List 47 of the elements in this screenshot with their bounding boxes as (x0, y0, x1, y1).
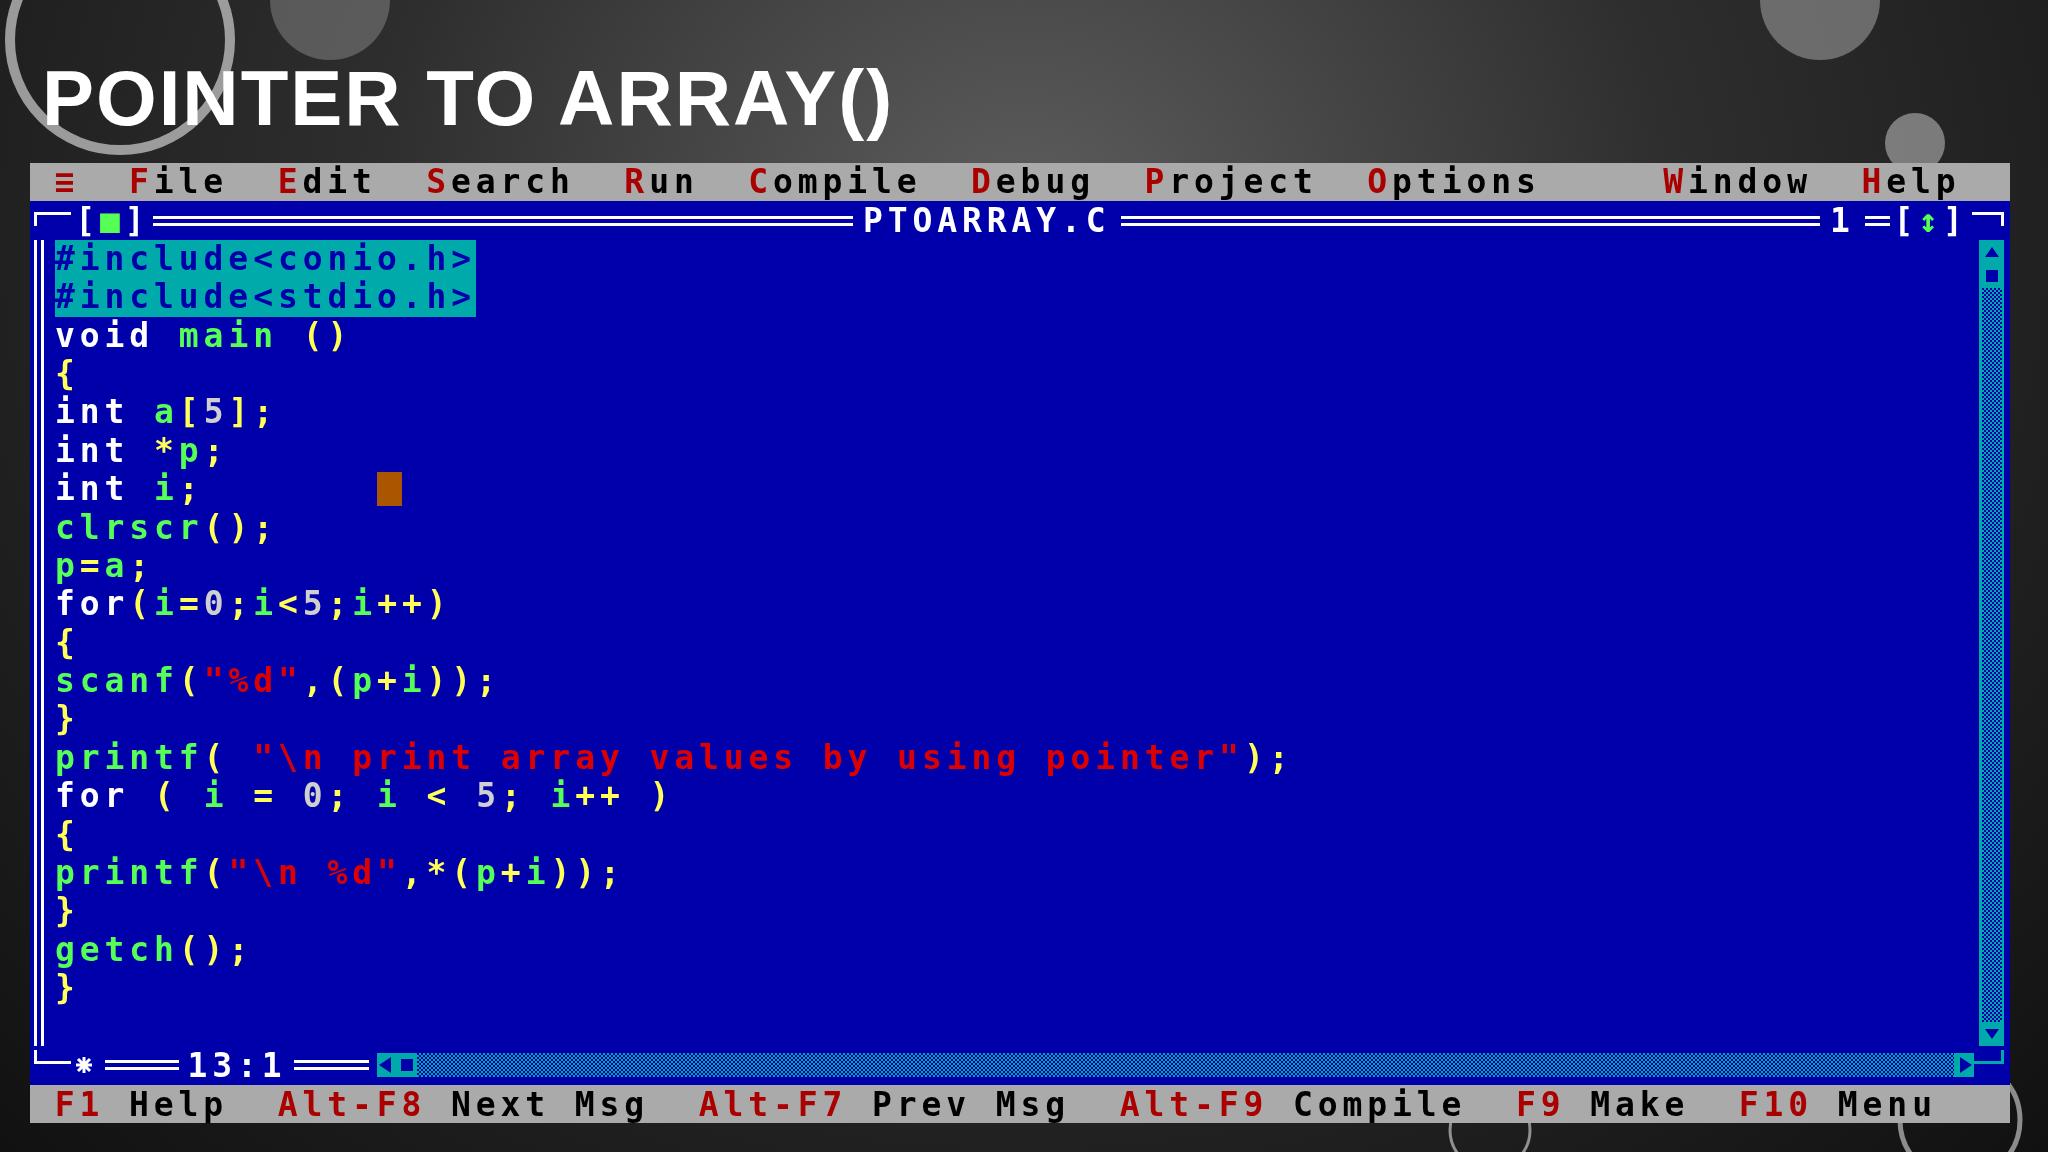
close-button[interactable]: [■] (75, 201, 150, 241)
code-line: p=a; (55, 546, 155, 586)
code-line: { (55, 623, 80, 663)
code-line: getch(); (55, 930, 254, 970)
code-line: int *p; (55, 431, 229, 471)
menu-item[interactable]: Run (599, 163, 724, 202)
code-line: printf("\n %d",*(p+i)); (55, 854, 625, 893)
window-number: 1 (1828, 201, 1856, 241)
slide-title: POINTER TO ARRAY() (42, 53, 895, 144)
vertical-scrollbar[interactable] (1979, 239, 2004, 1047)
code-line: int a[5]; (55, 393, 278, 432)
menu-item[interactable]: Compile (723, 163, 947, 202)
menu-item[interactable]: Options (1342, 163, 1566, 202)
menu-item[interactable]: Edit (252, 163, 402, 202)
code-line: for ( i = 0; i < 5; i++ ) (55, 777, 675, 816)
shortcut-hint[interactable]: Alt-F9 Compile (1094, 1084, 1492, 1123)
code-line: for(i=0;i<5;i++) (55, 585, 452, 624)
frame-line (34, 211, 72, 226)
frame-line (1864, 215, 1890, 226)
frame-line (34, 1050, 72, 1065)
menu-item[interactable]: Search (401, 163, 600, 202)
code-line: } (55, 700, 80, 739)
cursor-position: 13:1 (187, 1045, 287, 1085)
shortcut-hint[interactable]: Alt-F7 Prev Msg (673, 1084, 1095, 1123)
code-line: } (55, 892, 80, 931)
window-title: PTOARRAY.C (861, 201, 1112, 241)
scroll-right-icon[interactable] (1954, 1053, 1975, 1078)
shortcut-hint[interactable]: Alt-F8 Next Msg (252, 1084, 674, 1123)
code-line: int i; (55, 470, 204, 509)
code-line: scanf("%d",(p+i)); (55, 662, 501, 701)
shortcut-hint[interactable]: F1 Help (30, 1084, 253, 1123)
code-line: void main () (55, 316, 353, 355)
shortcut-hint[interactable]: F9 Make (1491, 1084, 1714, 1123)
menu-item[interactable]: Window (1638, 163, 1837, 202)
code-line: { (55, 815, 80, 855)
frame-line (1974, 1050, 2004, 1065)
code-line: } (55, 969, 80, 1008)
code-line: clrscr(); (55, 508, 278, 547)
code-line: { (55, 354, 80, 394)
horizontal-scrollbar[interactable] (376, 1053, 1975, 1078)
scroll-left-icon[interactable] (376, 1053, 417, 1078)
menu-item[interactable]: Help (1836, 163, 1986, 202)
frame-line (1971, 211, 2004, 226)
code-line: printf( "\n print array values by using pointer"); (55, 738, 1294, 778)
shortcut-hint[interactable]: F10 Menu (1714, 1084, 1962, 1123)
menu-item[interactable]: Debug (946, 163, 1120, 202)
zoom-button[interactable]: [↕] (1893, 201, 1968, 241)
